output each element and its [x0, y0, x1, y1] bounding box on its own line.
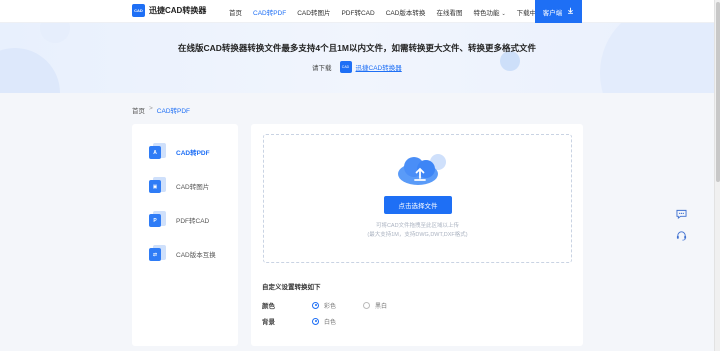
upload-hint-drag: 可将CAD文件拖拽至此区域以上传 [375, 223, 460, 229]
site-logo[interactable]: CAD 迅捷CAD转换器 [132, 4, 206, 17]
top-header: CAD 迅捷CAD转换器 首页 CAD转PDF CAD转图片 PDF转CAD CAD版本… [0, 0, 720, 23]
sidebar-item-label: PDF转CAD [176, 218, 210, 225]
color-radio-blackwhite[interactable]: 黑白 [363, 301, 387, 310]
page-scrollbar[interactable] [714, 0, 720, 351]
radio-label: 白色 [324, 319, 337, 326]
breadcrumb-separator: > [149, 105, 153, 112]
radio-label: 黑白 [375, 303, 388, 310]
nav-item[interactable]: 特色功能 ⌄ [473, 7, 505, 17]
chat-icon[interactable] [674, 206, 689, 221]
select-file-button[interactable]: 点击选择文件 [384, 196, 452, 214]
nav-item-label: 在线看图 [436, 9, 463, 17]
banner-download-hint: 请下载 CAD 迅捷CAD转换器 [312, 61, 402, 73]
upload-dropzone[interactable]: 点击选择文件 可将CAD文件拖拽至此区域以上传 (最大支持1M，支持DWG,DW… [263, 134, 572, 263]
breadcrumb-current: CAD转PDF [156, 108, 191, 115]
converter-panel: 点击选择文件 可将CAD文件拖拽至此区域以上传 (最大支持1M，支持DWG,DW… [251, 124, 583, 346]
radio-dot [312, 301, 319, 309]
sidebar-item[interactable]: P PDF转CAD [149, 211, 209, 229]
cad-to-image-icon: ▣ [149, 177, 167, 195]
nav-item-label: 首页 [229, 9, 242, 17]
app-logo-icon: CAD [339, 61, 352, 73]
download-prefix: 请下载 [312, 65, 332, 72]
app-download-link[interactable]: 迅捷CAD转换器 [356, 62, 402, 72]
nav-item-label: CAD转图片 [297, 9, 331, 17]
sidebar-item-label: CAD转图片 [176, 184, 210, 191]
sidebar-item-label: CAD版本互换 [176, 252, 216, 259]
main-nav: 首页 CAD转PDF CAD转图片 PDF转CAD CAD版本转换 在线看图 特色功能 ⌄ 下载… [229, 0, 554, 23]
nav-item[interactable]: PDF转CAD [341, 7, 374, 17]
nav-item-label: 特色功能 [473, 9, 500, 17]
icon-front-sheet: P [149, 214, 161, 227]
notice-banner: 在线版CAD转换器转换文件最多支持4个且1M以内文件，如需转换更大文件、转换更多… [0, 23, 714, 93]
upload-hint-limits: (最大支持1M，支持DWG,DWT,DXF格式) [367, 232, 468, 238]
sidebar-item[interactable]: A CAD转PDF [149, 143, 210, 161]
breadcrumb-home[interactable]: 首页 [132, 105, 145, 115]
background-label: 背景 [262, 319, 275, 326]
radio-label: 彩色 [324, 303, 337, 310]
icon-front-sheet: ⇄ [149, 248, 161, 261]
nav-item[interactable]: CAD版本转换 [386, 7, 426, 17]
sidebar-item[interactable]: ▣ CAD转图片 [149, 177, 209, 195]
banner-title: 在线版CAD转换器转换文件最多支持4个且1M以内文件，如需转换更大文件、转换更多… [178, 43, 536, 53]
banner-decoration [0, 48, 60, 93]
headset-icon[interactable] [674, 228, 689, 243]
banner-decoration [40, 23, 70, 43]
breadcrumb: 首页 > CAD转PDF [132, 105, 190, 115]
logo-mark: CAD [132, 4, 145, 17]
sidebar-item[interactable]: ⇄ CAD版本互换 [149, 245, 216, 263]
nav-item[interactable]: CAD转PDF [253, 7, 286, 17]
radio-dot [363, 301, 371, 309]
nav-item[interactable]: 在线看图 [436, 7, 462, 17]
color-option-row: 颜色 彩色 黑白 [262, 300, 414, 310]
settings-title: 自定义设置转换如下 [262, 284, 321, 291]
background-radio-white[interactable]: 白色 [312, 317, 336, 326]
sidebar-item-label: CAD转PDF [176, 150, 210, 157]
tool-sidebar: A CAD转PDF ▣ CAD转图片 P PDF转CAD ⇄ CAD版本互换 [132, 124, 238, 346]
banner-decoration [600, 23, 714, 93]
nav-item-label: CAD版本转换 [385, 9, 426, 17]
radio-dot [312, 317, 319, 325]
banner-decoration [500, 51, 520, 71]
nav-item-label: CAD转PDF [253, 9, 287, 17]
logo-text: 迅捷CAD转换器 [149, 6, 207, 15]
nav-item-label: PDF转CAD [341, 9, 375, 17]
background-option-row: 背景 白色 [262, 316, 363, 326]
nav-item[interactable]: 首页 [229, 7, 242, 17]
color-label: 颜色 [262, 303, 275, 310]
client-button-label: 客户端 [542, 9, 563, 17]
scrollbar-thumb[interactable] [716, 2, 720, 182]
icon-front-sheet: ▣ [149, 180, 161, 193]
cad-to-pdf-icon: A [149, 143, 167, 161]
icon-front-sheet: A [149, 146, 161, 159]
pdf-to-cad-icon: P [149, 211, 167, 229]
download-icon [567, 7, 574, 16]
client-download-button[interactable]: 客户端 [535, 0, 582, 23]
color-radio-colored[interactable]: 彩色 [312, 301, 336, 310]
cad-version-swap-icon: ⇄ [149, 245, 167, 263]
nav-item[interactable]: CAD转图片 [297, 7, 330, 17]
cloud-upload-icon [394, 152, 450, 188]
chevron-down-icon: ⌄ [501, 10, 506, 17]
